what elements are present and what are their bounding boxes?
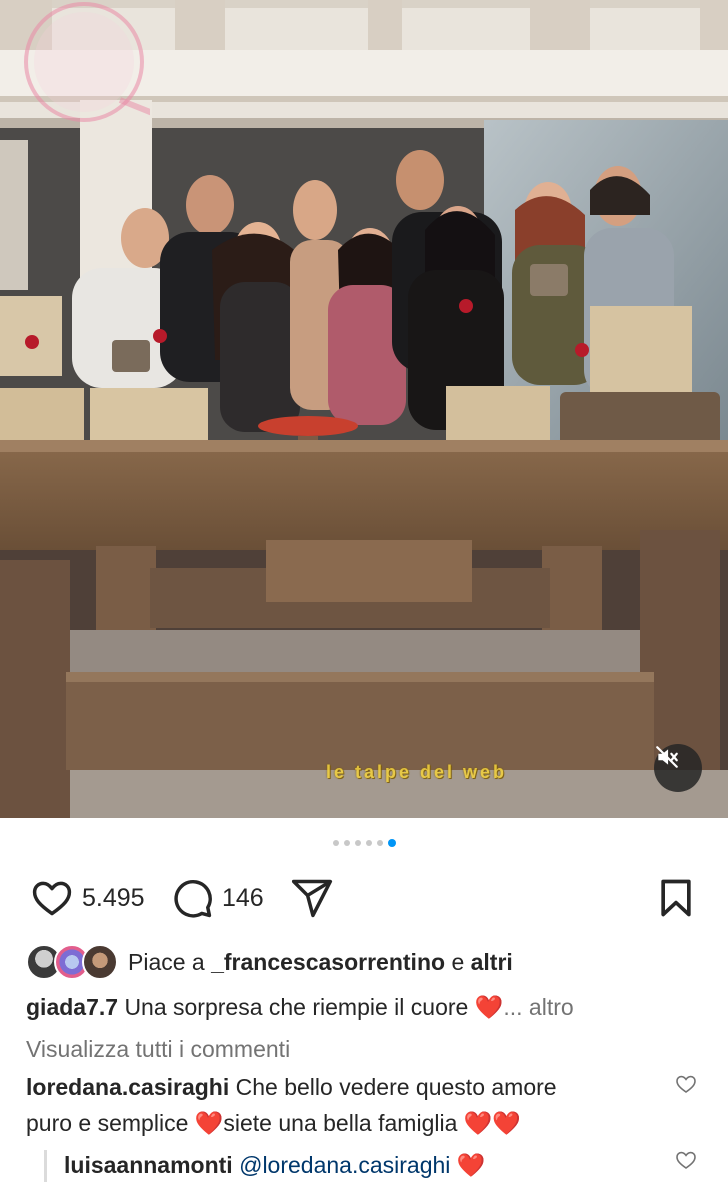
liked-by-row[interactable]: Piace a _francescasorrentino e altri xyxy=(26,944,513,980)
comment-1-line1: loredana.casiraghi Che bello vedere ques… xyxy=(26,1074,557,1101)
caption-text: Una sorpresa che riempie il cuore xyxy=(124,994,469,1020)
carousel-dot xyxy=(343,840,350,846)
view-all-comments-link[interactable]: Visualizza tutti i commenti xyxy=(26,1036,290,1063)
comment-button[interactable]: 146 xyxy=(170,876,264,920)
like-button[interactable]: 5.495 xyxy=(30,876,145,920)
comment-text: Che bello vedere questo amore xyxy=(235,1074,557,1100)
action-bar: 5.495 146 xyxy=(0,876,728,924)
liked-by-username[interactable]: _francescasorrentino xyxy=(211,949,445,975)
carousel-dot xyxy=(365,840,372,846)
caption-username[interactable]: giada7.7 xyxy=(26,994,118,1020)
liked-by-others[interactable]: altri xyxy=(471,949,513,975)
heart-outline-icon xyxy=(32,881,72,916)
avatar xyxy=(82,944,118,980)
comment-text: siete una bella famiglia xyxy=(223,1110,458,1136)
share-button[interactable] xyxy=(290,876,334,920)
carousel-dot xyxy=(332,840,339,846)
speech-bubble-icon xyxy=(174,880,212,918)
comment-1-line2: puro e semplice ❤️siete una bella famigl… xyxy=(26,1110,521,1137)
comment-like-heart-icon[interactable] xyxy=(674,1072,698,1096)
comment-heart: ❤️❤️ xyxy=(463,1110,522,1136)
carousel-dot xyxy=(376,840,383,846)
reply-thread-line xyxy=(44,1150,47,1182)
liked-by-prefix: Piace a xyxy=(128,948,205,975)
watermark-logo xyxy=(24,2,150,122)
bookmark-icon xyxy=(661,879,691,917)
watermark-text: le talpe del web xyxy=(326,762,508,782)
caption-more-link[interactable]: ... altro xyxy=(503,994,573,1020)
liked-by-avatars xyxy=(26,944,118,980)
carousel-indicator xyxy=(0,839,728,847)
reply-like-heart-icon[interactable] xyxy=(674,1148,698,1172)
comment-username[interactable]: loredana.casiraghi xyxy=(26,1074,229,1100)
comment-heart: ❤️ xyxy=(194,1110,224,1136)
paper-plane-icon xyxy=(291,879,333,918)
comment-count: 146 xyxy=(222,883,264,912)
like-count: 5.495 xyxy=(82,883,145,912)
caption-heart: ❤️ xyxy=(474,994,504,1020)
speaker-muted-icon xyxy=(656,746,678,768)
carousel-dot-active xyxy=(387,839,396,847)
mute-button[interactable] xyxy=(654,744,702,792)
save-button[interactable] xyxy=(654,876,698,920)
reply-mention[interactable]: @loredana.casiraghi xyxy=(239,1152,450,1178)
comment-text: puro e semplice xyxy=(26,1110,189,1136)
caption: giada7.7 Una sorpresa che riempie il cuo… xyxy=(26,994,574,1021)
reply-heart: ❤️ xyxy=(456,1152,486,1178)
reply-1: luisaannamonti @loredana.casiraghi ❤️ xyxy=(64,1152,485,1179)
liked-by-joiner: e xyxy=(451,948,465,975)
liked-by-text: Piace a _francescasorrentino e altri xyxy=(128,949,513,976)
post-photo[interactable]: le talpe del web xyxy=(0,0,728,818)
carousel-dot xyxy=(354,840,361,846)
reply-username[interactable]: luisaannamonti xyxy=(64,1152,233,1178)
